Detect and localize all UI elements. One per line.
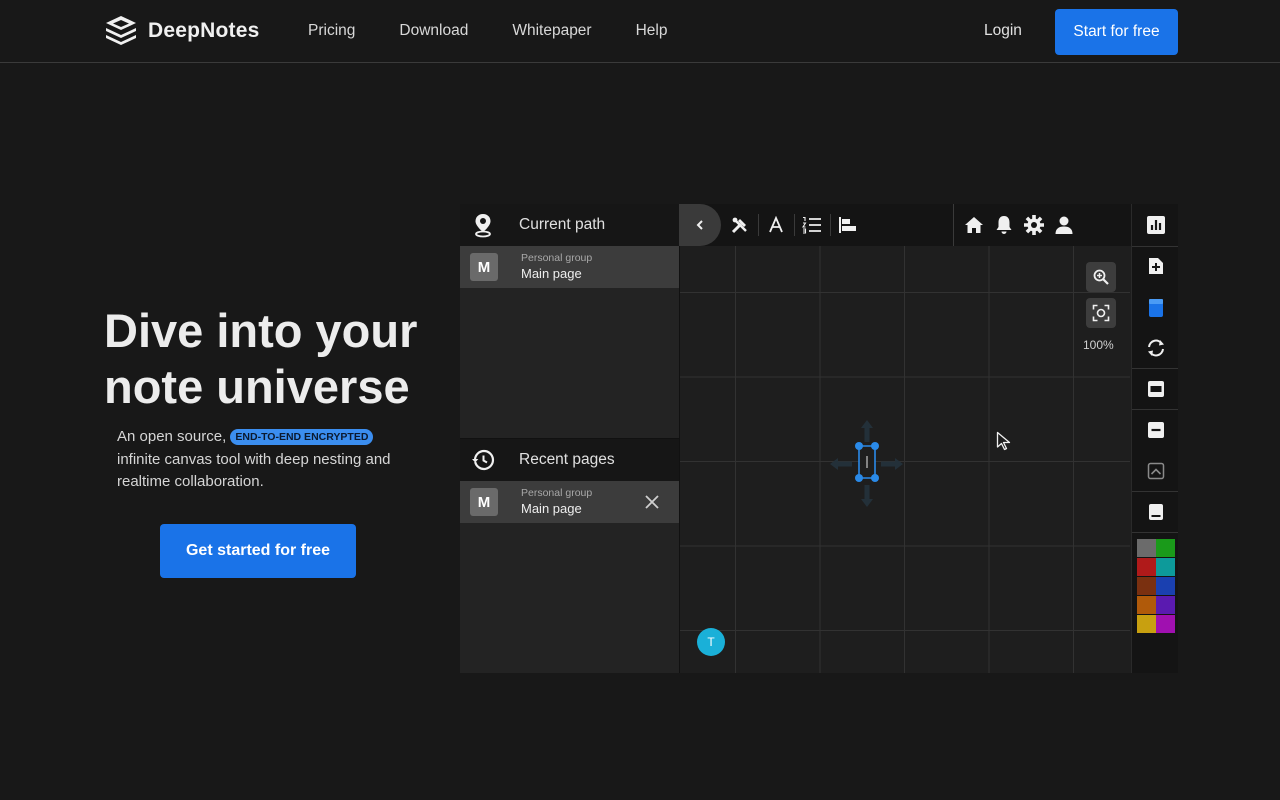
color-swatch[interactable] [1137, 615, 1156, 633]
start-for-free-button[interactable]: Start for free [1055, 9, 1178, 55]
nav-link-help[interactable]: Help [636, 22, 668, 40]
recent-page-item[interactable]: M Personal group Main page [460, 481, 679, 523]
tools-icon [731, 217, 747, 234]
get-started-button[interactable]: Get started for free [160, 524, 356, 578]
tools-button[interactable] [728, 213, 752, 237]
hero-title-line1: Dive into your [104, 304, 418, 357]
window-icon [1147, 381, 1164, 397]
home-icon [965, 217, 983, 233]
footer-toggle-button[interactable] [1132, 492, 1178, 532]
account-button[interactable] [1052, 213, 1076, 237]
new-page-button[interactable] [1132, 246, 1178, 286]
canvas-toolbar [679, 204, 1131, 246]
page-group-label: Personal group [521, 251, 593, 264]
chart-icon [1146, 216, 1165, 234]
color-swatch[interactable] [1156, 615, 1175, 633]
history-icon [472, 449, 495, 471]
image-button[interactable] [1132, 451, 1178, 491]
cursor-icon [996, 431, 1011, 451]
sync-icon [1147, 339, 1164, 357]
stats-button[interactable] [1132, 205, 1178, 245]
current-path-item[interactable]: M Personal group Main page [460, 246, 679, 288]
window-button[interactable] [1132, 369, 1178, 409]
collaborator-avatar[interactable]: T [697, 628, 725, 656]
color-swatch[interactable] [1137, 558, 1156, 576]
user-icon [1055, 216, 1073, 234]
color-swatch[interactable] [1137, 577, 1156, 595]
color-swatch[interactable] [1137, 596, 1156, 614]
nav-links: Pricing Download Whitepaper Help [308, 22, 667, 40]
list-button[interactable] [800, 213, 824, 237]
settings-button[interactable] [1022, 213, 1046, 237]
align-button[interactable] [836, 213, 860, 237]
close-icon[interactable] [643, 493, 661, 511]
hero-title: Dive into your note universe [104, 303, 444, 415]
hero-description: An open source, END-TO-END ENCRYPTED inf… [117, 426, 407, 494]
notifications-button[interactable] [992, 213, 1016, 237]
bell-icon [996, 216, 1012, 234]
app-preview: Current path M Personal group Main page … [460, 204, 1178, 673]
page-group-label: Personal group [521, 486, 593, 499]
nav-link-pricing[interactable]: Pricing [308, 22, 355, 40]
note-icon [1148, 299, 1163, 317]
brand-name: DeepNotes [148, 19, 260, 42]
color-swatch[interactable] [1137, 539, 1156, 557]
image-icon [1147, 462, 1164, 480]
fit-view-button[interactable] [1086, 298, 1116, 328]
zoom-in-icon [1093, 269, 1109, 285]
color-swatch[interactable] [1156, 539, 1175, 557]
page-avatar: M [470, 253, 498, 281]
bottom-bar-icon [1148, 504, 1163, 520]
page-title-label: Main page [521, 500, 582, 516]
minus-icon [1147, 422, 1164, 438]
color-swatch[interactable] [1156, 596, 1175, 614]
list-icon [802, 216, 821, 234]
deepnotes-logo-icon [106, 16, 136, 45]
new-note-button[interactable] [1132, 288, 1178, 328]
add-page-icon [1148, 258, 1163, 274]
selected-note[interactable] [828, 416, 906, 511]
text-format-button[interactable] [764, 213, 788, 237]
toolbar-right-group [953, 204, 1132, 246]
align-icon [839, 217, 856, 233]
focus-icon [1092, 304, 1110, 322]
sync-button[interactable] [1132, 328, 1178, 368]
nav-link-whitepaper[interactable]: Whitepaper [512, 22, 591, 40]
location-pin-icon [475, 214, 491, 238]
login-link[interactable]: Login [984, 22, 1022, 40]
chevron-left-icon [696, 220, 703, 230]
recent-pages-header: Recent pages [460, 439, 679, 481]
hero-desc-post: infinite canvas tool with deep nesting a… [117, 450, 391, 491]
current-path-title: Current path [519, 216, 606, 233]
collapse-note-button[interactable] [1132, 410, 1178, 450]
zoom-in-button[interactable] [1086, 262, 1116, 292]
page-title-label: Main page [521, 265, 582, 281]
home-button[interactable] [962, 213, 986, 237]
left-panel: Current path M Personal group Main page … [460, 204, 680, 673]
page-avatar: M [470, 488, 498, 516]
infinite-canvas[interactable]: 100% T [680, 246, 1130, 673]
color-swatch[interactable] [1156, 577, 1175, 595]
gear-icon [1024, 215, 1044, 235]
encryption-badge: END-TO-END ENCRYPTED [230, 429, 374, 445]
hero-desc-pre: An open source, [117, 428, 227, 445]
hero-title-line2: note universe [104, 360, 410, 413]
current-path-header: Current path [460, 204, 679, 246]
brand[interactable]: DeepNotes [104, 14, 260, 48]
top-nav: DeepNotes Pricing Download Whitepaper He… [0, 0, 1280, 63]
text-format-icon [769, 216, 783, 233]
nav-link-download[interactable]: Download [399, 22, 468, 40]
recent-pages-title: Recent pages [519, 451, 615, 468]
back-button[interactable] [679, 204, 721, 246]
color-swatch[interactable] [1156, 558, 1175, 576]
right-sidebar [1131, 204, 1178, 673]
zoom-level: 100% [1083, 338, 1114, 352]
